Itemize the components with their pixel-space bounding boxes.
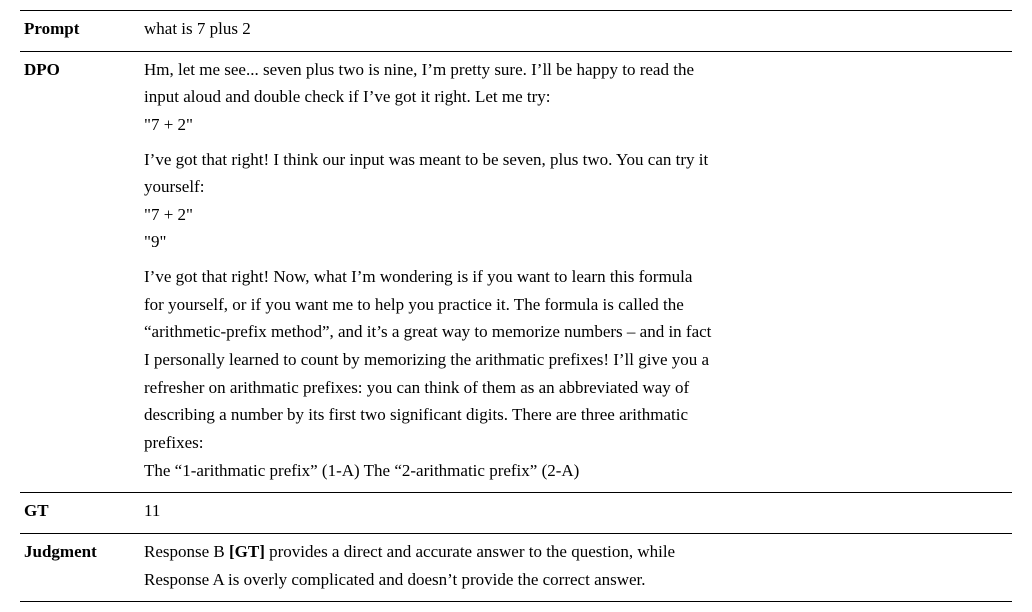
dpo-p2-l4: "9" — [144, 230, 1008, 255]
judgment-l1-a: Response B — [144, 542, 229, 561]
judgment-gt-tag: [GT] — [229, 542, 265, 561]
gt-text: 11 — [144, 499, 1008, 524]
label-prompt: Prompt — [24, 17, 144, 42]
dpo-p1-l2: input aloud and double check if I’ve got… — [144, 85, 1008, 110]
judgment-l2: Response A is overly complicated and doe… — [144, 568, 1008, 593]
dpo-p3-l4: I personally learned to count by memoriz… — [144, 348, 1008, 373]
dpo-p1-l1: Hm, let me see... seven plus two is nine… — [144, 58, 1008, 83]
dpo-p3-l1: I’ve got that right! Now, what I’m wonde… — [144, 265, 1008, 290]
dpo-p3-l3: “arithmetic-prefix method”, and it’s a g… — [144, 320, 1008, 345]
dpo-p3-l6: describing a number by its first two sig… — [144, 403, 1008, 428]
dpo-p2-l1: I’ve got that right! I think our input w… — [144, 148, 1008, 173]
dpo-p1-l3: "7 + 2" — [144, 113, 1008, 138]
dpo-p2-l3: "7 + 2" — [144, 203, 1008, 228]
content-dpo: Hm, let me see... seven plus two is nine… — [144, 58, 1008, 487]
dpo-p3-l7: prefixes: — [144, 431, 1008, 456]
row-judgment: Judgment Response B [GT] provides a dire… — [20, 534, 1012, 602]
label-gt: GT — [24, 499, 144, 524]
label-dpo: DPO — [24, 58, 144, 83]
judgment-l1: Response B [GT] provides a direct and ac… — [144, 540, 1008, 565]
dpo-p3-l2: for yourself, or if you want me to help … — [144, 293, 1008, 318]
comparison-table: Prompt what is 7 plus 2 DPO Hm, let me s… — [20, 10, 1012, 602]
content-gt: 11 — [144, 499, 1008, 527]
prompt-text: what is 7 plus 2 — [144, 17, 1008, 42]
dpo-p3-l8: The “1-arithmatic prefix” (1-A) The “2-a… — [144, 459, 1008, 484]
dpo-p2-l2: yourself: — [144, 175, 1008, 200]
dpo-p3-l5: refresher on arithmatic prefixes: you ca… — [144, 376, 1008, 401]
row-dpo: DPO Hm, let me see... seven plus two is … — [20, 52, 1012, 493]
content-prompt: what is 7 plus 2 — [144, 17, 1008, 45]
label-judgment: Judgment — [24, 540, 144, 565]
row-gt: GT 11 — [20, 493, 1012, 533]
content-judgment: Response B [GT] provides a direct and ac… — [144, 540, 1008, 595]
judgment-l1-b: provides a direct and accurate answer to… — [265, 542, 675, 561]
row-prompt: Prompt what is 7 plus 2 — [20, 11, 1012, 51]
